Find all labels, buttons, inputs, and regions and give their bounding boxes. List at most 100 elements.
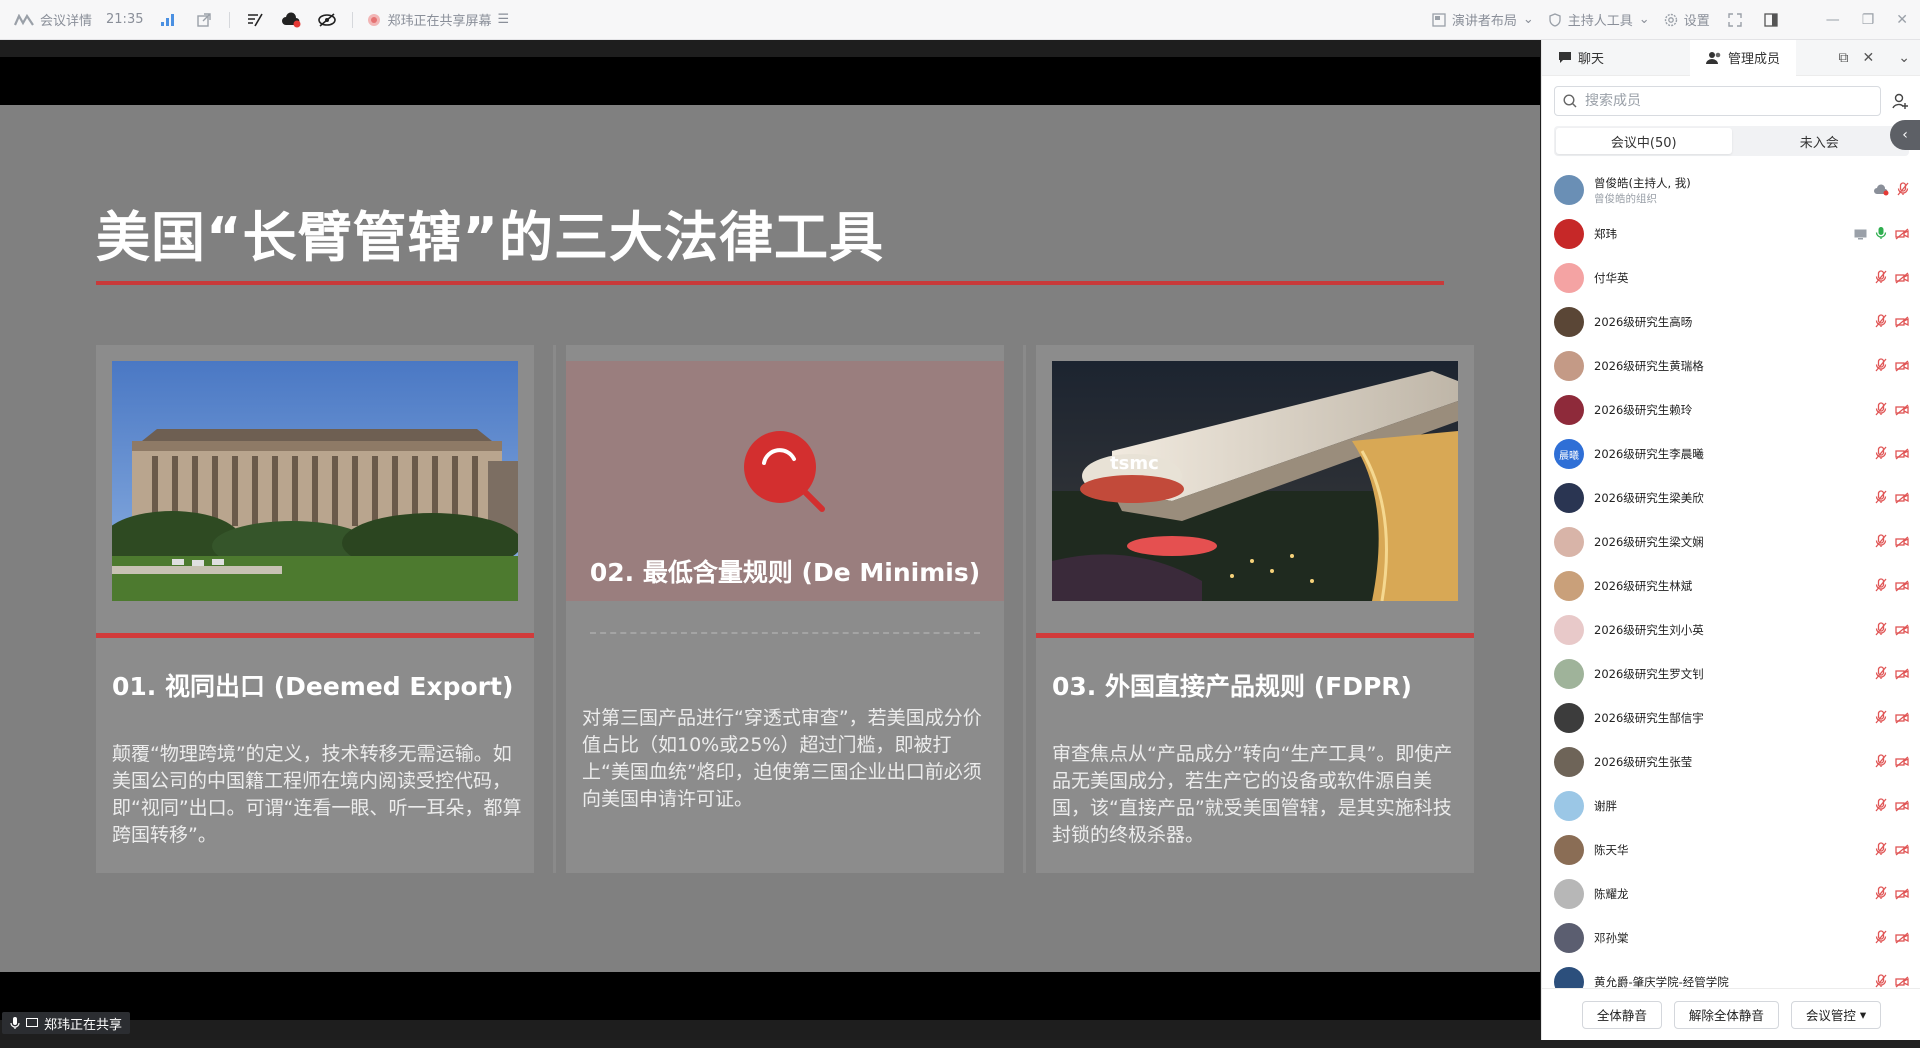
camera-off-icon[interactable] [1895,533,1909,552]
mic-muted-icon[interactable] [1875,885,1887,904]
member-row[interactable]: 谢胖 [1542,784,1920,828]
member-row[interactable]: 2026级研究生郜信宇 [1542,696,1920,740]
avatar [1554,527,1584,557]
camera-off-icon[interactable] [1895,929,1909,948]
fullscreen-icon[interactable] [1724,9,1746,31]
search-input[interactable] [1585,93,1825,109]
camera-off-icon[interactable] [1895,665,1909,684]
member-org: 曾俊皓的组织 [1594,192,1657,205]
member-row[interactable]: 晨曦 2026级研究生李晨曦 [1542,432,1920,476]
member-row[interactable]: 2026级研究生黄瑞格 [1542,344,1920,388]
avatar [1554,747,1584,777]
tab-chat[interactable]: 聊天 [1542,40,1620,76]
sidebar-toggle-icon[interactable] [1760,9,1782,31]
mic-muted-icon[interactable] [1875,621,1887,640]
member-row[interactable]: 2026级研究生林斌 [1542,564,1920,608]
mic-muted-icon[interactable] [1875,489,1887,508]
member-row[interactable]: 2026级研究生赖玲 [1542,388,1920,432]
camera-off-icon[interactable] [1895,445,1909,464]
popout-panel-icon[interactable]: ⧉ [1839,50,1849,66]
camera-off-icon[interactable] [1895,489,1909,508]
sharing-status[interactable]: 郑玮正在共享屏幕 ☰ [367,10,509,29]
mic-muted-icon[interactable] [1875,929,1887,948]
tab-members[interactable]: 管理成员 [1690,39,1797,76]
member-row[interactable]: 曾俊皓(主持人, 我) 曾俊皓的组织 [1542,168,1920,212]
signal-icon[interactable] [157,9,179,31]
avatar [1554,879,1584,909]
presentation-slide: 美国“长臂管辖”的三大法律工具 01. 视同出口 (Deemed Export)… [0,105,1540,972]
member-row[interactable]: 黄允爵-肇庆学院-经管学院 [1542,960,1920,988]
collapse-panel-button[interactable]: ‹ [1890,120,1920,150]
mic-muted-icon[interactable] [1875,533,1887,552]
segment-not-joined[interactable]: 未入会 [1732,128,1908,154]
member-row[interactable]: 郑玮 [1542,212,1920,256]
hide-icon[interactable] [316,9,338,31]
mic-muted-icon[interactable] [1875,401,1887,420]
camera-off-icon[interactable] [1895,401,1909,420]
member-row[interactable]: 2026级研究生刘小英 [1542,608,1920,652]
segment-in-meeting[interactable]: 会议中(50) [1556,128,1732,154]
settings-button[interactable]: 设置 [1664,10,1710,29]
mic-muted-icon[interactable] [1875,709,1887,728]
camera-off-icon[interactable] [1895,973,1909,989]
close-panel-icon[interactable]: ✕ [1863,50,1875,66]
close-window-icon[interactable]: ✕ [1896,12,1908,28]
mic-muted-icon[interactable] [1875,357,1887,376]
camera-off-icon[interactable] [1895,797,1909,816]
mic-muted-icon[interactable] [1875,313,1887,332]
chevron-down-icon: ⌄ [1638,12,1650,27]
mic-muted-icon[interactable] [1875,841,1887,860]
member-row[interactable]: 2026级研究生罗文钊 [1542,652,1920,696]
member-name: 曾俊皓(主持人, 我) [1594,175,1691,190]
member-row[interactable]: 邓孙棠 [1542,916,1920,960]
mic-muted-icon[interactable] [1875,665,1887,684]
whiteboard-icon[interactable] [244,9,266,31]
invite-member-icon[interactable] [1891,92,1909,110]
camera-off-icon[interactable] [1895,841,1909,860]
mute-all-button[interactable]: 全体静音 [1581,1000,1662,1029]
member-row[interactable]: 付华英 [1542,256,1920,300]
member-row[interactable]: 2026级研究生梁文娴 [1542,520,1920,564]
mic-muted-icon[interactable] [1875,269,1887,288]
member-filter-segment: 会议中(50) 未入会 [1554,126,1909,156]
minimize-icon[interactable]: — [1826,12,1840,28]
camera-off-icon[interactable] [1895,753,1909,772]
camera-off-icon[interactable] [1895,269,1909,288]
meeting-control-button[interactable]: 会议管控 ▾ [1790,1000,1882,1029]
mic-on-icon[interactable] [1875,225,1887,244]
member-list: 曾俊皓(主持人, 我) 曾俊皓的组织 郑玮 付华英 2026级研究生高旸 2026级研究生… [1542,168,1920,988]
member-row[interactable]: 2026级研究生张莹 [1542,740,1920,784]
camera-off-icon[interactable] [1895,225,1909,244]
sharing-indicator[interactable]: 郑玮正在共享 [2,1012,131,1034]
camera-off-icon[interactable] [1895,313,1909,332]
cloud-record-icon[interactable] [280,9,302,31]
camera-off-icon[interactable] [1895,885,1909,904]
host-tools-dropdown[interactable]: 主持人工具 ⌄ [1548,10,1650,29]
share-indicator-icon [368,13,381,26]
mic-muted-icon[interactable] [1875,445,1887,464]
gear-icon [1664,13,1677,26]
search-icon [1563,94,1577,108]
member-row[interactable]: 2026级研究生高旸 [1542,300,1920,344]
camera-off-icon[interactable] [1895,709,1909,728]
camera-off-icon[interactable] [1895,577,1909,596]
chevron-down-icon[interactable]: ⌄ [1898,50,1910,66]
member-row[interactable]: 2026级研究生梁美欣 [1542,476,1920,520]
camera-off-icon[interactable] [1895,621,1909,640]
maximize-icon[interactable]: ❐ [1862,12,1875,28]
mic-muted-icon[interactable] [1875,753,1887,772]
popout-icon[interactable] [193,9,215,31]
avatar-initials: 晨曦 [1559,450,1579,462]
member-row[interactable]: 陈天华 [1542,828,1920,872]
camera-off-icon[interactable] [1895,357,1909,376]
member-search [1554,86,1881,116]
layout-dropdown[interactable]: 演讲者布局 ⌄ [1432,10,1534,29]
unmute-all-button[interactable]: 解除全体静音 [1673,1000,1779,1029]
member-row[interactable]: 陈耀龙 [1542,872,1920,916]
mic-muted-icon[interactable] [1875,577,1887,596]
avatar [1554,351,1584,381]
meeting-info-button[interactable]: 会议详情 [14,10,92,29]
mic-muted-icon[interactable] [1875,797,1887,816]
mic-muted-icon[interactable] [1897,181,1909,200]
mic-muted-icon[interactable] [1875,973,1887,989]
